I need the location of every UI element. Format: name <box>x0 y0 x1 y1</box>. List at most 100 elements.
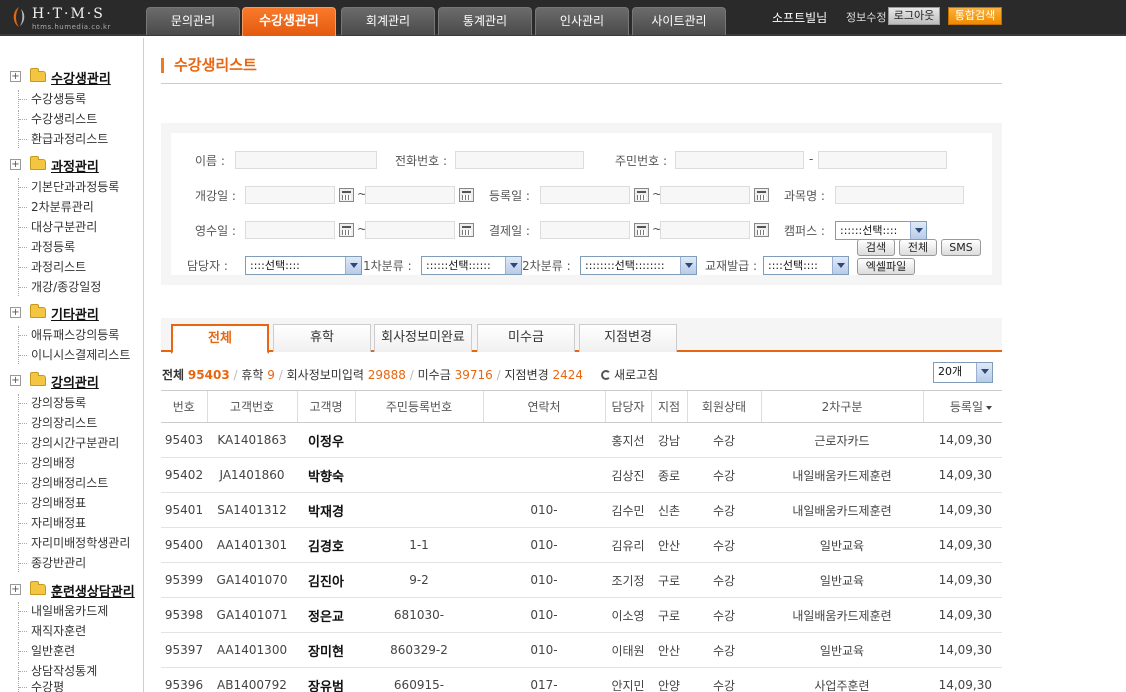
sidebar-item[interactable]: 강의배정 <box>18 454 75 472</box>
nav-tab-inquiry[interactable]: 문의관리 <box>146 7 240 35</box>
col-header[interactable]: 연락처 <box>482 390 605 423</box>
page-size-select[interactable]: 20개 <box>933 362 993 383</box>
table-row[interactable]: 95396 AB1400792 장유범 660915- 017- 안지민 안양 수강 사업주훈련… <box>161 667 1002 692</box>
table-row[interactable]: 95398 GA1401071 정은교 681030- 010- 이소영 구로 수강 내일배움카… <box>161 597 1002 633</box>
sidebar-item[interactable]: 수강생등록 <box>18 90 86 108</box>
chevron-down-icon[interactable] <box>680 257 696 274</box>
sms-button[interactable]: SMS <box>941 239 981 256</box>
cell-customer-name[interactable]: 이정우 <box>297 422 355 458</box>
sidebar-group-label[interactable]: 훈련생상담관리 <box>51 581 135 600</box>
sidebar-group-etc[interactable]: + 기타관리 <box>10 302 140 323</box>
refresh-icon[interactable] <box>601 370 611 380</box>
expand-icon[interactable]: + <box>10 307 21 318</box>
nav-tab-students[interactable]: 수강생관리 <box>242 7 336 36</box>
receipt-date-to-input[interactable] <box>365 221 455 239</box>
sidebar-item[interactable]: 강의배정표 <box>18 494 86 512</box>
chevron-down-icon[interactable] <box>832 257 848 274</box>
sidebar-group-label[interactable]: 기타관리 <box>51 304 99 323</box>
col-header-date[interactable]: 등록일 <box>922 390 1002 423</box>
open-date-from-input[interactable] <box>245 186 335 204</box>
sidebar-group-lectures[interactable]: + 강의관리 <box>10 370 140 391</box>
sidebar-item[interactable]: 이니시스결제리스트 <box>18 346 130 364</box>
chevron-down-icon[interactable] <box>345 257 361 274</box>
sidebar-item[interactable]: 자리미배정학생관리 <box>18 534 130 552</box>
phone-input[interactable] <box>455 151 584 169</box>
sidebar-item[interactable]: 종강반관리 <box>18 554 86 572</box>
textbook-select[interactable]: ::::선택:::: <box>763 256 849 275</box>
sidebar-item[interactable]: 내일배움카드제 <box>18 602 108 620</box>
col-header[interactable]: 고객번호 <box>206 390 297 423</box>
table-row[interactable]: 95399 GA1401070 김진아 9-2 010- 조기정 구로 수강 일반교육 14,09… <box>161 562 1002 598</box>
nav-tab-statistics[interactable]: 통계관리 <box>438 7 532 35</box>
sort-down-icon[interactable] <box>986 405 992 410</box>
expand-icon[interactable]: + <box>10 584 21 595</box>
col-header[interactable]: 번호 <box>161 390 207 423</box>
calendar-icon[interactable] <box>754 188 769 202</box>
sidebar-item[interactable]: 대상구분관리 <box>18 218 97 236</box>
nav-tab-site[interactable]: 사이트관리 <box>632 7 726 35</box>
refresh-link[interactable]: 새로고침 <box>601 366 658 383</box>
table-row[interactable]: 95397 AA1401300 장미현 860329-2 010- 이태원 안산 수강 일반교육… <box>161 632 1002 668</box>
sidebar-group-courses[interactable]: + 과정관리 <box>10 154 140 175</box>
col-header[interactable]: 2차구분 <box>760 390 923 423</box>
sidebar-item[interactable]: 개강/종강일정 <box>18 278 101 296</box>
search-button[interactable]: 검색 <box>857 239 895 256</box>
sidebar-item[interactable]: 기본단과과정등록 <box>18 178 119 196</box>
sidebar-group-students[interactable]: + 수강생관리 <box>10 66 140 87</box>
col-header[interactable]: 회원상태 <box>686 390 761 423</box>
expand-icon[interactable]: + <box>10 375 21 386</box>
search-all-button[interactable]: 통합검색 <box>948 7 1002 25</box>
sidebar-item[interactable]: 강의장리스트 <box>18 414 97 432</box>
ssn-front-input[interactable] <box>675 151 804 169</box>
sidebar-item[interactable]: 수강생리스트 <box>18 110 97 128</box>
chevron-down-icon[interactable] <box>505 257 521 274</box>
calendar-icon[interactable] <box>634 223 649 237</box>
expand-icon[interactable]: + <box>10 159 21 170</box>
col-header-date-label[interactable]: 등록일 <box>950 400 983 414</box>
calendar-icon[interactable] <box>459 223 474 237</box>
open-date-to-input[interactable] <box>365 186 455 204</box>
cell-customer-name[interactable]: 정은교 <box>297 597 355 633</box>
sidebar-item[interactable]: 자리배정표 <box>18 514 86 532</box>
tab-leave[interactable]: 휴학 <box>273 324 371 352</box>
chevron-down-icon[interactable] <box>910 222 926 239</box>
cell-customer-name[interactable]: 김경호 <box>297 527 355 563</box>
cell-customer-name[interactable]: 박향숙 <box>297 457 355 493</box>
col-header[interactable]: 담당자 <box>604 390 651 423</box>
logo[interactable]: H·T·M·S htms.humedia.co.kr <box>10 4 135 32</box>
calendar-icon[interactable] <box>339 223 354 237</box>
calendar-icon[interactable] <box>339 188 354 202</box>
sidebar-group-counsel[interactable]: + 훈련생상담관리 <box>10 579 140 600</box>
sidebar-item[interactable]: 과정등록 <box>18 238 75 256</box>
tab-all[interactable]: 전체 <box>171 324 269 354</box>
sidebar-group-label[interactable]: 수강생관리 <box>51 68 111 87</box>
campus-select[interactable]: ::::::선택:::: <box>835 221 927 240</box>
refresh-label[interactable]: 새로고침 <box>614 368 658 382</box>
pay-date-to-input[interactable] <box>660 221 750 239</box>
chevron-down-icon[interactable] <box>976 363 992 382</box>
tab-unpaid[interactable]: 미수금 <box>477 324 575 352</box>
table-row[interactable]: 95400 AA1401301 김경호 1-1 010- 김유리 안산 수강 일반교육 14,09… <box>161 527 1002 563</box>
sidebar-group-label[interactable]: 강의관리 <box>51 372 99 391</box>
expand-icon[interactable]: + <box>10 71 21 82</box>
receipt-date-from-input[interactable] <box>245 221 335 239</box>
pay-date-from-input[interactable] <box>540 221 630 239</box>
sidebar-item[interactable]: 과정리스트 <box>18 258 86 276</box>
reg-date-from-input[interactable] <box>540 186 630 204</box>
sidebar-item[interactable]: 환급과정리스트 <box>18 130 108 148</box>
table-row[interactable]: 95403 KA1401863 이정우 홍지선 강남 수강 근로자카드 14,09,30 <box>161 422 1002 458</box>
logout-button[interactable]: 로그아웃 <box>888 7 940 25</box>
cell-customer-name[interactable]: 장유범 <box>297 667 355 692</box>
excel-button[interactable]: 엑셀파일 <box>857 258 915 275</box>
sidebar-item[interactable]: 강의장등록 <box>18 394 86 412</box>
tab-company-incomplete[interactable]: 회사정보미완료 <box>374 324 472 352</box>
cell-customer-name[interactable]: 박재경 <box>297 492 355 528</box>
show-all-button[interactable]: 전체 <box>899 239 937 256</box>
manager-select[interactable]: ::::선택:::: <box>245 256 362 275</box>
sidebar-group-label[interactable]: 과정관리 <box>51 156 99 175</box>
sidebar-item[interactable]: 재직자훈련 <box>18 622 86 640</box>
cell-customer-name[interactable]: 장미현 <box>297 632 355 668</box>
col-header[interactable]: 주민등록번호 <box>354 390 483 423</box>
cat2-select[interactable]: ::::::::선택:::::::: <box>580 256 697 275</box>
col-header[interactable]: 고객명 <box>296 390 355 423</box>
